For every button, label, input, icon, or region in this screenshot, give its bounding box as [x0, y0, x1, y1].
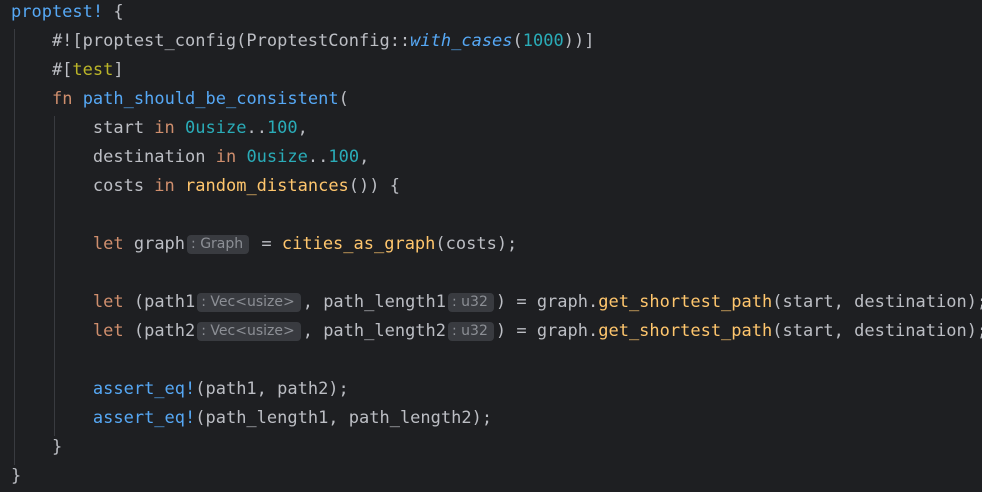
code-token: in — [154, 176, 175, 196]
code-token: 1000 — [522, 31, 564, 51]
code-line[interactable]: proptest! { — [11, 0, 124, 27]
code-token: in — [215, 147, 237, 167]
code-token: { — [103, 2, 124, 22]
code-token: (path2 — [123, 321, 196, 341]
code-token: let — [92, 292, 124, 312]
code-token: test — [72, 60, 114, 80]
code-token: proptest! — [11, 2, 104, 22]
code-token: in — [154, 118, 175, 138]
code-token: start — [11, 118, 155, 138]
type-inlay-hint: : u32 — [448, 322, 494, 341]
code-token: 0usize — [185, 118, 247, 138]
code-line[interactable]: assert_eq!(path1, path2); — [11, 375, 349, 404]
code-line[interactable]: start in 0usize..100, — [11, 114, 308, 143]
code-token: path_should_be_consistent — [82, 89, 339, 109]
code-line[interactable]: } — [11, 433, 62, 462]
code-editor[interactable]: proptest! { #![proptest_config(ProptestC… — [0, 0, 982, 492]
code-token: (costs); — [435, 234, 518, 254]
code-token: 0usize — [246, 147, 308, 167]
code-token: } — [11, 466, 22, 486]
code-token: destination — [11, 147, 216, 167]
code-token: #![proptest_config(ProptestConfig:: — [11, 31, 411, 51]
type-inlay-hint: : u32 — [448, 293, 494, 312]
code-token: get_shortest_path — [598, 292, 773, 312]
code-line[interactable]: } — [11, 462, 21, 491]
code-token: , — [359, 147, 370, 167]
code-line[interactable]: let (path2: Vec<usize>, path_length2: u3… — [11, 317, 982, 346]
code-token: ] — [113, 60, 124, 80]
code-token: random_distances — [185, 176, 349, 196]
code-token: .. — [307, 147, 329, 167]
code-token: (path_length1, path_length2); — [195, 408, 493, 428]
type-inlay-hint: : Vec<usize> — [197, 293, 301, 312]
code-token: costs — [11, 176, 155, 196]
code-token: (start, destination); — [772, 321, 982, 341]
code-token: ( — [512, 31, 523, 51]
code-token: let — [92, 321, 124, 341]
code-line[interactable]: let graph: Graph = cities_as_graph(costs… — [11, 230, 517, 259]
type-inlay-hint: : Graph — [187, 235, 250, 254]
code-token: , path_length2 — [302, 321, 447, 341]
code-token: assert_eq! — [92, 379, 196, 399]
code-line[interactable]: costs in random_distances()) { — [11, 172, 400, 201]
code-line[interactable]: #[test] — [11, 56, 124, 85]
code-token: .. — [246, 118, 267, 138]
code-token: cities_as_graph — [281, 234, 436, 254]
code-token: } — [11, 437, 63, 457]
code-token: (path1 — [123, 292, 196, 312]
code-token: ) = graph. — [495, 321, 599, 341]
code-token: ) = graph. — [495, 292, 599, 312]
code-token: assert_eq! — [92, 408, 196, 428]
code-token: ))] — [563, 31, 595, 51]
code-line[interactable]: #![proptest_config(ProptestConfig::with_… — [11, 27, 595, 56]
code-token: fn — [51, 89, 73, 109]
code-token: , — [297, 118, 308, 138]
code-token: ( — [338, 89, 349, 109]
code-token: 100 — [266, 118, 298, 138]
code-line[interactable]: fn path_should_be_consistent( — [11, 85, 349, 114]
code-token: , path_length1 — [302, 292, 447, 312]
code-token: with_cases — [410, 31, 513, 51]
code-line[interactable]: let (path1: Vec<usize>, path_length1: u3… — [11, 288, 982, 317]
code-token: ()) { — [348, 176, 400, 196]
code-token: #[ — [11, 60, 73, 80]
code-token: (path1, path2); — [195, 379, 349, 399]
code-token: = — [251, 234, 282, 254]
type-inlay-hint: : Vec<usize> — [197, 322, 301, 341]
code-token: 100 — [328, 147, 360, 167]
code-line[interactable]: destination in 0usize..100, — [11, 143, 369, 172]
code-token: let — [92, 234, 124, 254]
code-token: (start, destination); — [772, 292, 982, 312]
code-token: get_shortest_path — [598, 321, 773, 341]
code-token: graph — [123, 234, 186, 254]
code-line[interactable]: assert_eq!(path_length1, path_length2); — [11, 404, 492, 433]
